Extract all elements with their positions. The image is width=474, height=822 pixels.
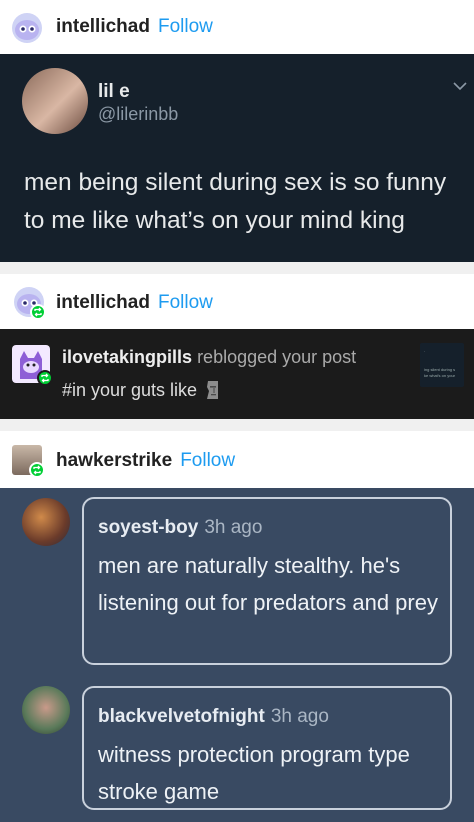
tweet-handle[interactable]: @lilerinbb bbox=[98, 104, 178, 125]
tweet-avatar[interactable] bbox=[22, 68, 88, 134]
reply-meta: soyest-boy 3h ago bbox=[98, 517, 262, 539]
follow-button[interactable]: Follow bbox=[158, 292, 213, 314]
reply-bubble: soyest-boy 3h ago men are naturally steal… bbox=[82, 497, 452, 665]
post-header: intellichad Follow bbox=[0, 274, 474, 329]
chevron-down-icon[interactable] bbox=[452, 80, 468, 92]
username[interactable]: intellichad bbox=[56, 292, 150, 314]
post-tags[interactable]: #in your guts like bbox=[62, 380, 197, 401]
reblog-badge-icon bbox=[29, 462, 45, 478]
post-thumbnail[interactable]: · ing silent during s ke what's on your bbox=[420, 343, 464, 387]
username[interactable]: intellichad bbox=[56, 16, 150, 38]
reblog-badge-icon bbox=[37, 370, 53, 386]
reply-time: 3h ago bbox=[204, 517, 263, 538]
username[interactable]: hawkerstrike bbox=[56, 450, 172, 472]
tweet-text: men being silent during sex is so funny … bbox=[24, 169, 447, 234]
tags-row: #in your guts like bbox=[62, 379, 223, 401]
divider bbox=[0, 262, 474, 274]
reply-meta: blackvelvetofnight 3h ago bbox=[98, 706, 329, 728]
tweet-display-name[interactable]: lil e bbox=[98, 81, 130, 103]
follow-button[interactable]: Follow bbox=[158, 16, 213, 38]
reblog-badge-icon bbox=[30, 304, 46, 320]
reply-bubble: blackvelvetofnight 3h ago witness protect… bbox=[82, 686, 452, 810]
divider bbox=[0, 419, 474, 431]
reply-user[interactable]: soyest-boy bbox=[98, 517, 198, 538]
moai-emoji-icon bbox=[207, 381, 219, 399]
blob-avatar-icon bbox=[15, 20, 39, 40]
follow-button[interactable]: Follow bbox=[180, 450, 235, 472]
post-header: hawkerstrike Follow bbox=[0, 431, 474, 488]
reply-avatar[interactable] bbox=[22, 498, 70, 546]
notification-user[interactable]: ilovetakingpills bbox=[62, 347, 192, 367]
reply-text: men are naturally stealthy. he's listeni… bbox=[98, 553, 438, 615]
notification-text: ilovetakingpills reblogged your post bbox=[62, 347, 356, 368]
post-header: intellichad Follow bbox=[0, 0, 474, 54]
notification-action: reblogged your post bbox=[197, 347, 357, 367]
reply-avatar[interactable] bbox=[22, 686, 70, 734]
reply-text: witness protection program type stroke g… bbox=[98, 742, 410, 804]
notification-card bbox=[0, 329, 474, 419]
reply-time: 3h ago bbox=[270, 706, 329, 727]
reply-user[interactable]: blackvelvetofnight bbox=[98, 706, 265, 727]
avatar[interactable] bbox=[12, 13, 42, 43]
